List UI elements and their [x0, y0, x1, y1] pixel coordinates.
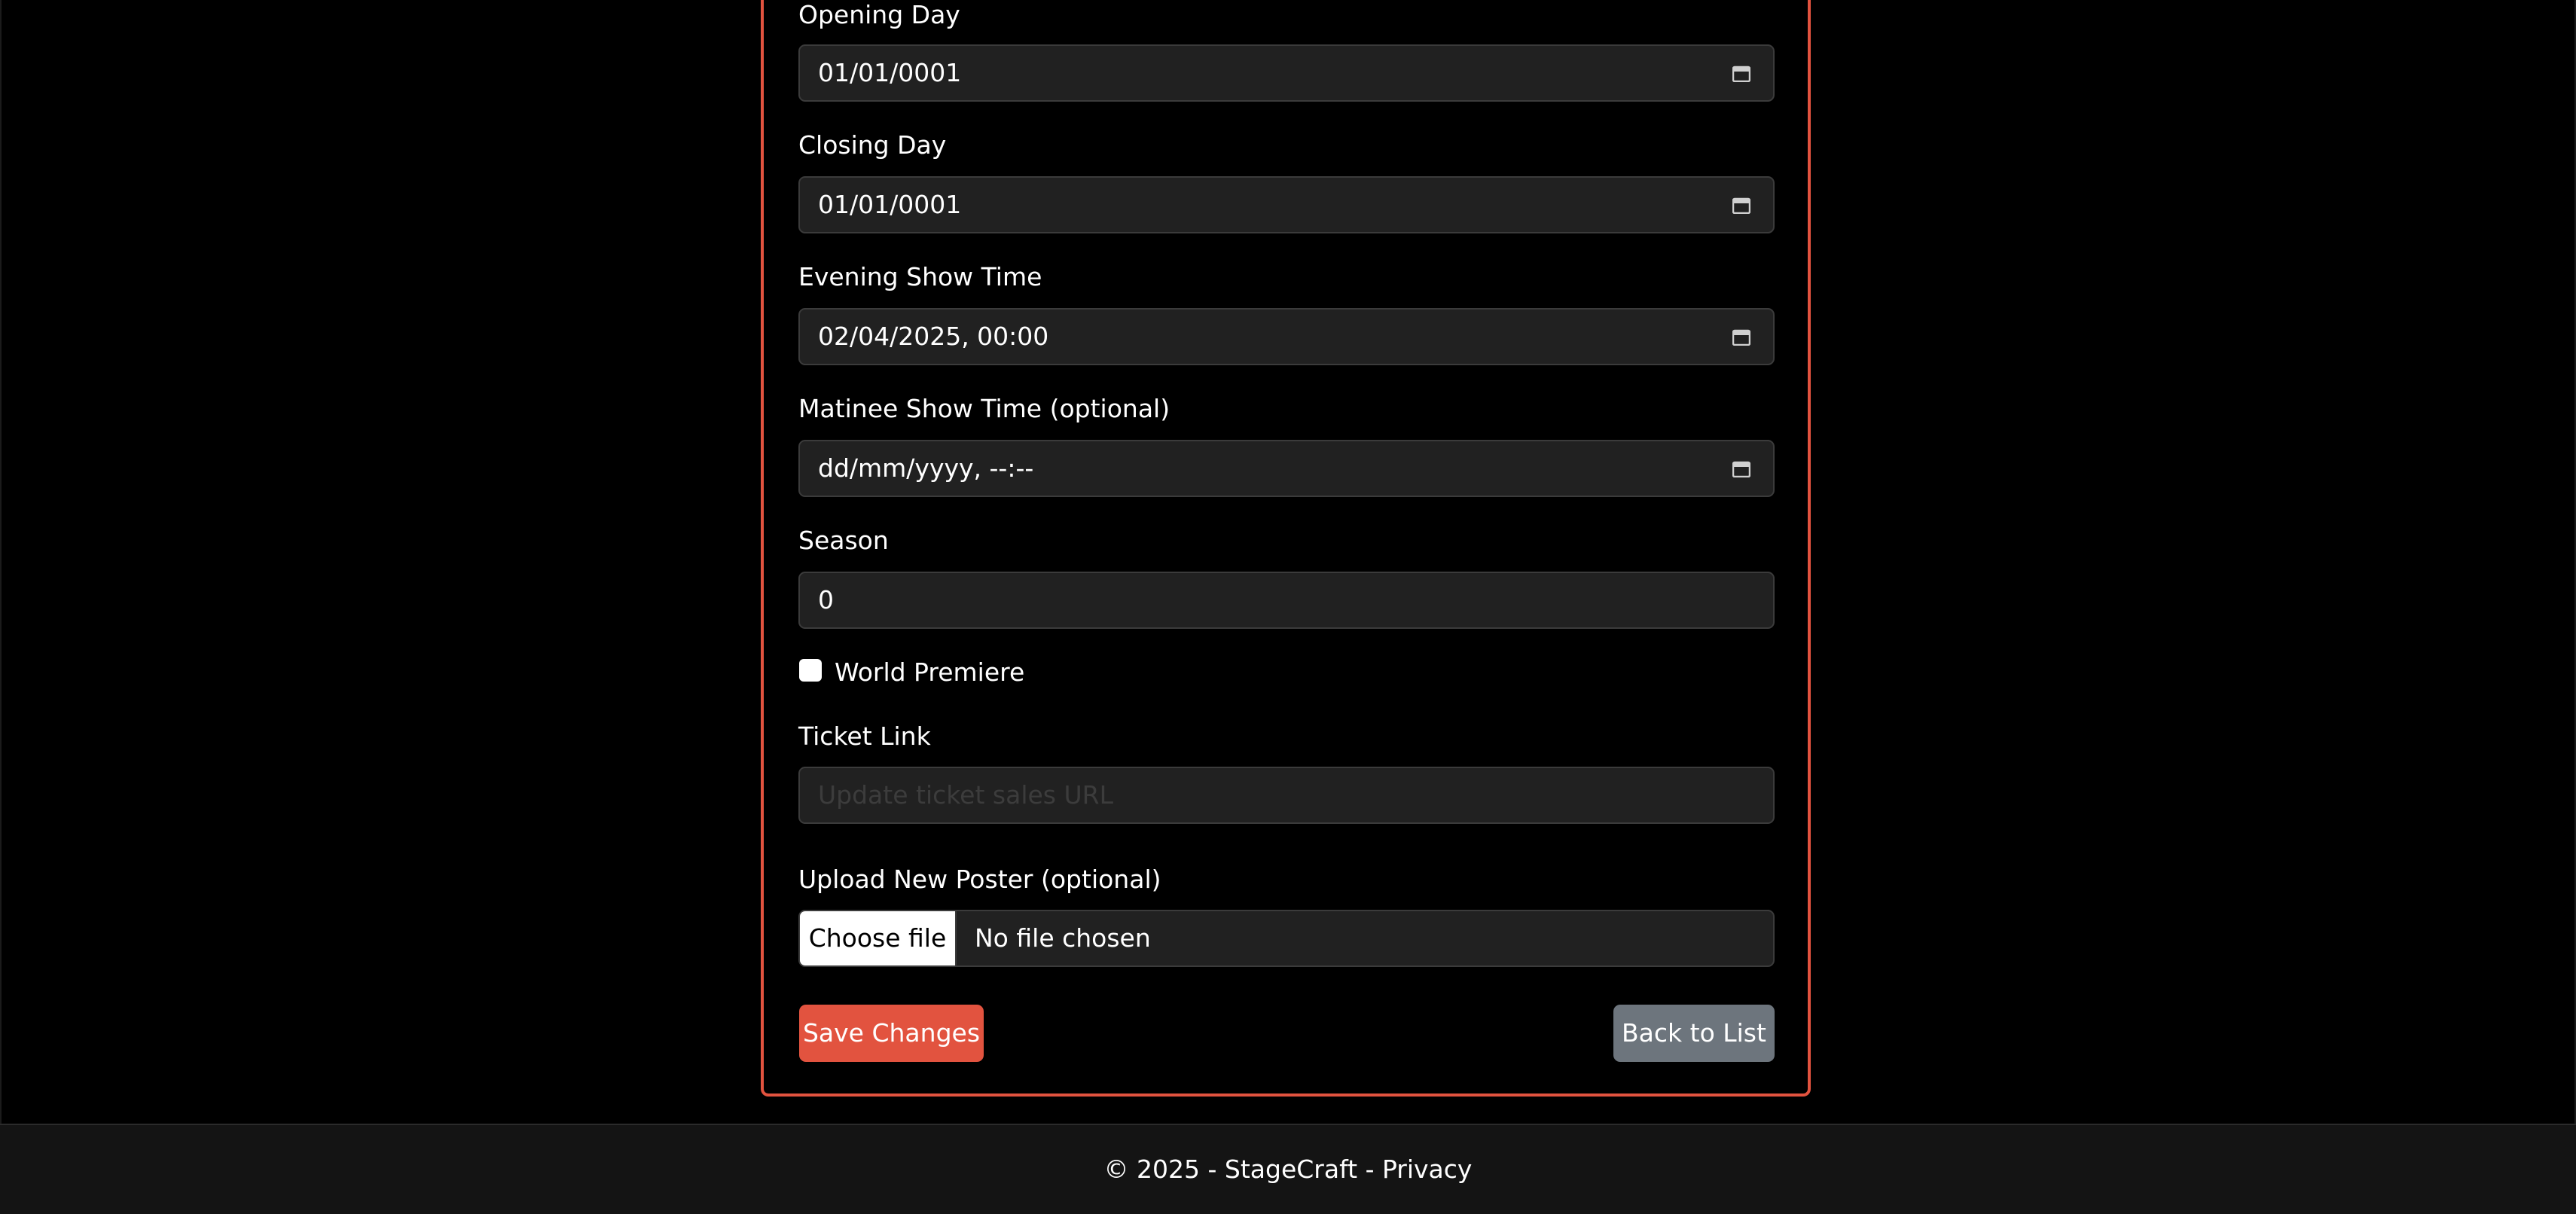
evening-show-time-value: 02/04/2025, 00:00: [818, 322, 1049, 351]
footer: © 2025 - StageCraft - Privacy: [0, 1124, 2576, 1214]
choose-file-button[interactable]: Choose file: [800, 911, 957, 965]
footer-text: © 2025 - StageCraft - Privacy: [1103, 1155, 1473, 1184]
closing-day-input[interactable]: 01/01/0001: [798, 176, 1775, 233]
closing-day-label: Closing Day: [798, 130, 947, 160]
world-premiere-checkbox[interactable]: [799, 659, 822, 682]
ticket-link-label: Ticket Link: [798, 721, 931, 751]
season-label: Season: [798, 526, 889, 555]
closing-day-value: 01/01/0001: [818, 190, 962, 219]
calendar-icon[interactable]: [1732, 66, 1750, 82]
season-value: 0: [818, 585, 834, 615]
matinee-show-time-input[interactable]: dd/mm/yyyy, --:--: [798, 440, 1775, 497]
opening-day-label: Opening Day: [798, 0, 960, 29]
ticket-link-input[interactable]: Update ticket sales URL: [798, 767, 1775, 824]
calendar-icon[interactable]: [1732, 329, 1750, 346]
opening-day-input[interactable]: 01/01/0001: [798, 44, 1775, 102]
evening-show-time-input[interactable]: 02/04/2025, 00:00: [798, 308, 1775, 365]
page: Opening Day 01/01/0001 Closing Day 01/01…: [0, 0, 2576, 1214]
calendar-icon[interactable]: [1732, 197, 1750, 214]
evening-show-time-label: Evening Show Time: [798, 262, 1042, 291]
window-edge-left: [0, 0, 2, 1214]
upload-poster-input[interactable]: Choose file No file chosen: [798, 910, 1775, 967]
save-changes-button[interactable]: Save Changes: [799, 1005, 984, 1062]
matinee-show-time-label: Matinee Show Time (optional): [798, 394, 1170, 423]
ticket-link-placeholder: Update ticket sales URL: [818, 780, 1113, 810]
opening-day-value: 01/01/0001: [818, 58, 962, 87]
calendar-icon[interactable]: [1732, 461, 1750, 477]
season-input[interactable]: 0: [798, 572, 1775, 629]
back-to-list-button[interactable]: Back to List: [1613, 1005, 1775, 1062]
file-status: No file chosen: [975, 923, 1151, 953]
upload-poster-label: Upload New Poster (optional): [798, 865, 1161, 894]
matinee-show-time-value: dd/mm/yyyy, --:--: [818, 453, 1034, 483]
world-premiere-label[interactable]: World Premiere: [835, 657, 1024, 688]
